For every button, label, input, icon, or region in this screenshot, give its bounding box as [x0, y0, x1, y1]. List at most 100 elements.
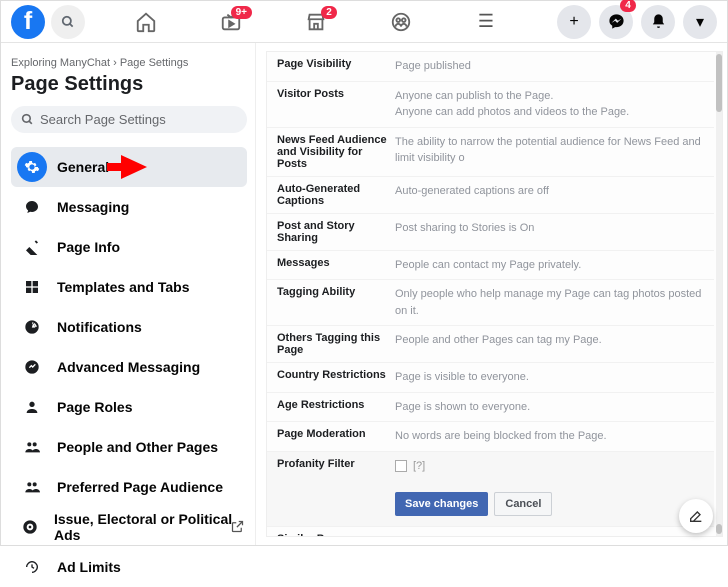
- market-badge: 2: [321, 6, 337, 19]
- msg-badge: 4: [620, 0, 636, 12]
- row-value: Choose whether your Page is recommended …: [395, 533, 704, 537]
- notifications-button[interactable]: [641, 5, 675, 39]
- compose-fab[interactable]: [679, 499, 713, 533]
- fb-logo[interactable]: f: [11, 5, 45, 39]
- row-value: Auto-generated captions are off: [395, 183, 704, 200]
- settings-row[interactable]: MessagesPeople can contact my Page priva…: [267, 251, 714, 281]
- sidebar-item-label: Templates and Tabs: [57, 279, 190, 295]
- templates-and-tabs-icon: [17, 272, 47, 302]
- settings-row[interactable]: Post and Story SharingPost sharing to St…: [267, 214, 714, 251]
- profanity-checkbox[interactable]: [395, 460, 407, 472]
- settings-row[interactable]: Tagging AbilityOnly people who help mana…: [267, 280, 714, 326]
- search-icon: [61, 15, 75, 29]
- pointer-arrow-icon: [107, 155, 147, 179]
- home-nav[interactable]: [121, 11, 171, 33]
- row-value: Page is visible to everyone.: [395, 369, 704, 386]
- top-search-button[interactable]: [51, 5, 85, 39]
- ad-limits-icon: [17, 552, 47, 582]
- row-value: People and other Pages can tag my Page.: [395, 332, 704, 349]
- row-value: Post sharing to Stories is On: [395, 220, 704, 237]
- menu-nav[interactable]: ☰: [461, 11, 511, 33]
- row-label: News Feed Audience and Visibility for Po…: [277, 134, 395, 170]
- sidebar-item-label: Ad Limits: [57, 559, 121, 575]
- row-value: Anyone can publish to the Page.Anyone ca…: [395, 88, 704, 121]
- external-link-button[interactable]: [230, 519, 245, 539]
- sidebar-item-page-roles[interactable]: Page Roles: [11, 387, 247, 427]
- advanced-messaging-icon: [17, 352, 47, 382]
- row-label: Others Tagging this Page: [277, 332, 395, 356]
- issue-electoral-or-political-ads-icon: [17, 512, 44, 542]
- people-and-other-pages-icon: [17, 432, 47, 462]
- messaging-icon: [17, 192, 47, 222]
- page-title: Page Settings: [11, 73, 247, 96]
- settings-row[interactable]: Similar Page SuggestionsChoose whether y…: [267, 527, 714, 537]
- sidebar-item-label: Messaging: [57, 199, 129, 215]
- sidebar-item-notifications[interactable]: Notifications: [11, 307, 247, 347]
- sidebar-item-ad-limits[interactable]: Ad Limits: [11, 547, 247, 587]
- sidebar-item-people-and-other-pages[interactable]: People and Other Pages: [11, 427, 247, 467]
- settings-row[interactable]: Profanity Filter [?] Save changesCancel: [267, 452, 714, 528]
- settings-row[interactable]: Auto-Generated CaptionsAuto-generated ca…: [267, 177, 714, 214]
- create-button[interactable]: +: [557, 5, 591, 39]
- row-label: Age Restrictions: [277, 399, 395, 411]
- bell-icon: [650, 13, 667, 30]
- sidebar-item-page-info[interactable]: Page Info: [11, 227, 247, 267]
- sidebar-item-advanced-messaging[interactable]: Advanced Messaging: [11, 347, 247, 387]
- row-value: People can contact my Page privately.: [395, 257, 704, 274]
- notifications-icon: [17, 312, 47, 342]
- sidebar-item-label: People and Other Pages: [57, 439, 218, 455]
- sidebar-item-messaging[interactable]: Messaging: [11, 187, 247, 227]
- account-dropdown[interactable]: ▾: [683, 5, 717, 39]
- breadcrumb[interactable]: Exploring ManyChat › Page Settings: [11, 57, 247, 69]
- sidebar-item-templates-and-tabs[interactable]: Templates and Tabs: [11, 267, 247, 307]
- row-value: Only people who help manage my Page can …: [395, 286, 704, 319]
- row-label: Similar Page Suggestions: [277, 533, 395, 537]
- hint-text: [?]: [413, 458, 425, 475]
- sidebar-search[interactable]: Search Page Settings: [11, 106, 247, 133]
- top-nav: f 9+ 2 ☰ + 4 ▾: [1, 1, 727, 43]
- hamburger-icon: ☰: [478, 11, 494, 33]
- sidebar-item-label: Advanced Messaging: [57, 359, 200, 375]
- sidebar-item-label: Page Info: [57, 239, 120, 255]
- sidebar-item-issue-electoral-or-political-ads[interactable]: Issue, Electoral or Political Ads: [11, 507, 247, 547]
- search-placeholder: Search Page Settings: [40, 112, 166, 127]
- row-value: [?] Save changesCancel: [395, 458, 704, 517]
- sidebar-item-label: Notifications: [57, 319, 142, 335]
- sidebar-item-preferred-page-audience[interactable]: Preferred Page Audience: [11, 467, 247, 507]
- watch-nav[interactable]: 9+: [206, 11, 256, 33]
- groups-icon: [390, 11, 412, 33]
- row-value: Page published: [395, 58, 704, 75]
- watch-badge: 9+: [231, 6, 252, 19]
- external-link-icon: [230, 519, 245, 534]
- cancel-button[interactable]: Cancel: [494, 492, 552, 516]
- sidebar-item-general[interactable]: General: [11, 147, 247, 187]
- scrollbar[interactable]: [716, 52, 722, 536]
- row-label: Visitor Posts: [277, 88, 395, 100]
- general-icon: [17, 152, 47, 182]
- settings-row[interactable]: Age RestrictionsPage is shown to everyon…: [267, 393, 714, 423]
- settings-row[interactable]: Visitor PostsAnyone can publish to the P…: [267, 82, 714, 128]
- settings-row[interactable]: Country RestrictionsPage is visible to e…: [267, 363, 714, 393]
- row-label: Messages: [277, 257, 395, 269]
- row-value: No words are being blocked from the Page…: [395, 428, 704, 445]
- page-roles-icon: [17, 392, 47, 422]
- settings-row[interactable]: News Feed Audience and Visibility for Po…: [267, 128, 714, 177]
- settings-row[interactable]: Others Tagging this PagePeople and other…: [267, 326, 714, 363]
- row-label: Page Moderation: [277, 428, 395, 440]
- messenger-button[interactable]: 4: [599, 5, 633, 39]
- messenger-icon: [608, 13, 625, 30]
- settings-row[interactable]: Page ModerationNo words are being blocke…: [267, 422, 714, 452]
- row-label: Post and Story Sharing: [277, 220, 395, 244]
- row-label: Auto-Generated Captions: [277, 183, 395, 207]
- sidebar-item-label: Page Roles: [57, 399, 132, 415]
- sidebar: Exploring ManyChat › Page Settings Page …: [1, 43, 256, 545]
- groups-nav[interactable]: [376, 11, 426, 33]
- sidebar-item-label: Issue, Electoral or Political Ads: [54, 511, 241, 543]
- marketplace-nav[interactable]: 2: [291, 11, 341, 33]
- settings-row[interactable]: Page VisibilityPage published: [267, 52, 714, 82]
- row-label: Country Restrictions: [277, 369, 395, 381]
- preferred-page-audience-icon: [17, 472, 47, 502]
- row-label: Profanity Filter: [277, 458, 395, 470]
- save-button[interactable]: Save changes: [395, 492, 488, 516]
- page-info-icon: [17, 232, 47, 262]
